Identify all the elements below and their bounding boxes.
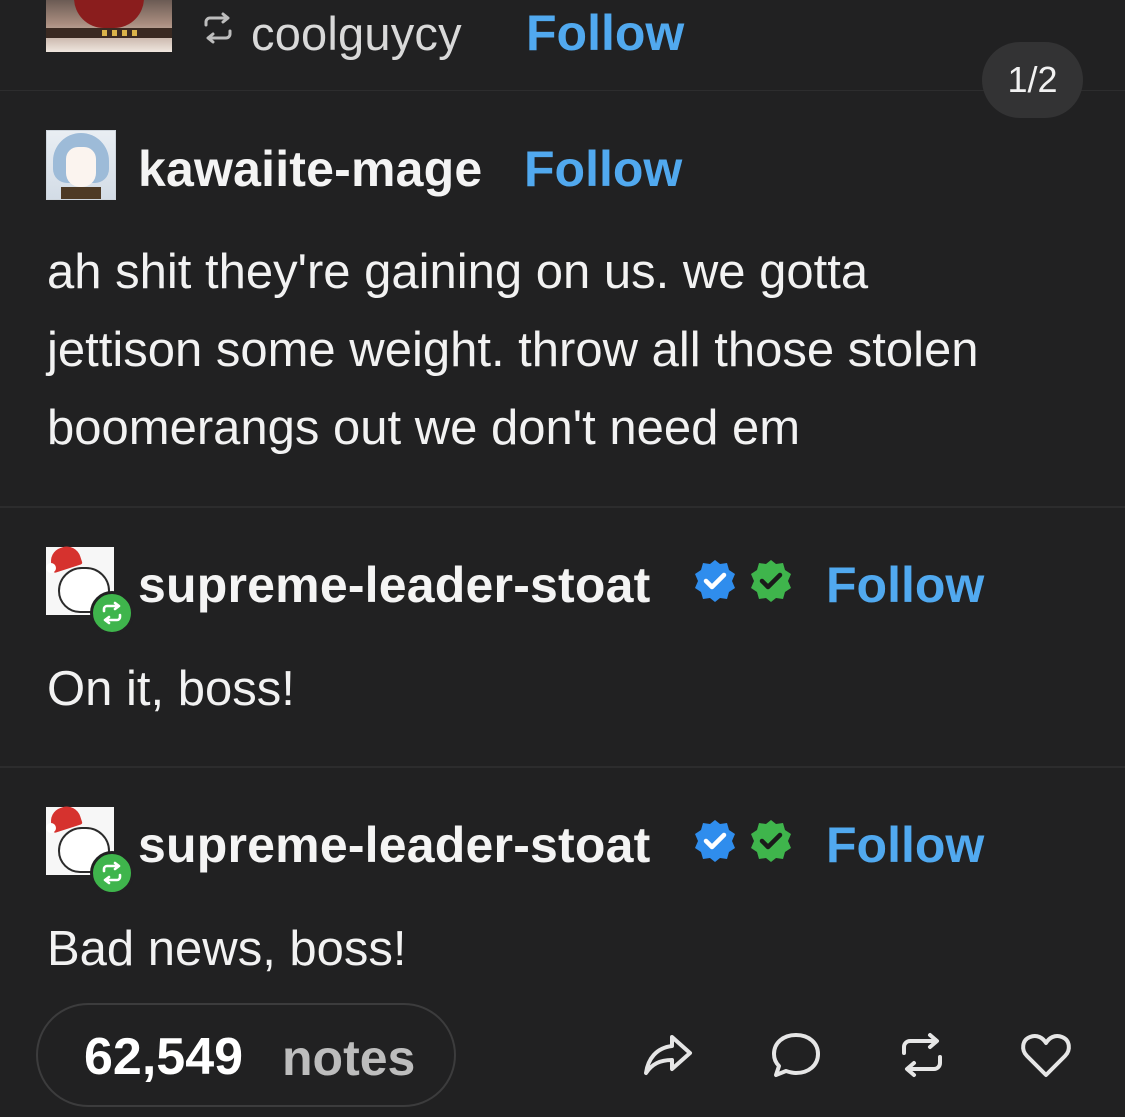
username-kawaiite-mage[interactable]: kawaiite-mage — [138, 140, 482, 198]
reply-icon[interactable] — [768, 1027, 824, 1083]
green-verified-icon — [751, 820, 791, 862]
follow-button-supreme-leader-stoat[interactable]: Follow — [826, 556, 984, 614]
username-supreme-leader-stoat[interactable]: supreme-leader-stoat — [138, 816, 651, 874]
avatar-supreme-leader-stoat[interactable] — [46, 802, 134, 895]
reblog-icon[interactable] — [894, 1027, 950, 1083]
post-text-supreme-leader-stoat: On it, boss! — [47, 662, 295, 716]
follow-button-supreme-leader-stoat[interactable]: Follow — [826, 816, 984, 874]
avatar-face — [66, 147, 96, 187]
blue-verified-icon — [695, 560, 735, 602]
avatar-supreme-leader-stoat[interactable] — [46, 542, 134, 635]
reblog-badge-icon — [90, 851, 134, 895]
share-icon[interactable] — [640, 1027, 696, 1083]
blue-verified-icon — [695, 820, 735, 862]
reblogger-avatar[interactable] — [46, 0, 172, 52]
post-divider — [0, 506, 1125, 508]
post-text-line: boomerangs out we don't need em — [47, 401, 801, 455]
post-text-supreme-leader-stoat: Bad news, boss! — [47, 922, 407, 976]
avatar-hair — [74, 0, 144, 28]
like-icon[interactable] — [1018, 1027, 1074, 1083]
follow-button-coolguycy[interactable]: Follow — [526, 4, 684, 62]
follow-button-kawaiite-mage[interactable]: Follow — [524, 140, 682, 198]
image-page-counter: 1/2 — [982, 42, 1083, 118]
reblog-icon — [204, 12, 232, 44]
avatar-hat-pompom — [46, 823, 56, 833]
notes-button[interactable]: 62,549 notes — [36, 1003, 456, 1107]
reblog-header: coolguycy Follow — [0, 0, 1125, 91]
avatar-kawaiite-mage[interactable] — [46, 130, 116, 200]
notes-count: 62,549 — [84, 1028, 244, 1086]
reblog-badge-icon — [90, 591, 134, 635]
avatar-hat-pompom — [46, 563, 56, 573]
green-verified-icon — [751, 560, 791, 602]
post-text-line: ah shit they're gaining on us. we gotta — [47, 245, 869, 299]
post-divider — [0, 766, 1125, 768]
post-text-line: jettison some weight. throw all those st… — [47, 323, 979, 377]
post-text-kawaiite-mage: ah shit they're gaining on us. we gotta … — [47, 233, 1087, 467]
avatar-robe — [61, 187, 101, 199]
reblogger-username[interactable]: coolguycy — [251, 6, 462, 61]
username-supreme-leader-stoat[interactable]: supreme-leader-stoat — [138, 556, 651, 614]
notes-label: notes — [282, 1030, 416, 1086]
avatar-studs — [102, 30, 142, 36]
tumblr-post-thread: coolguycy Follow 1/2 kawaiite-mage Follo… — [0, 0, 1125, 1117]
